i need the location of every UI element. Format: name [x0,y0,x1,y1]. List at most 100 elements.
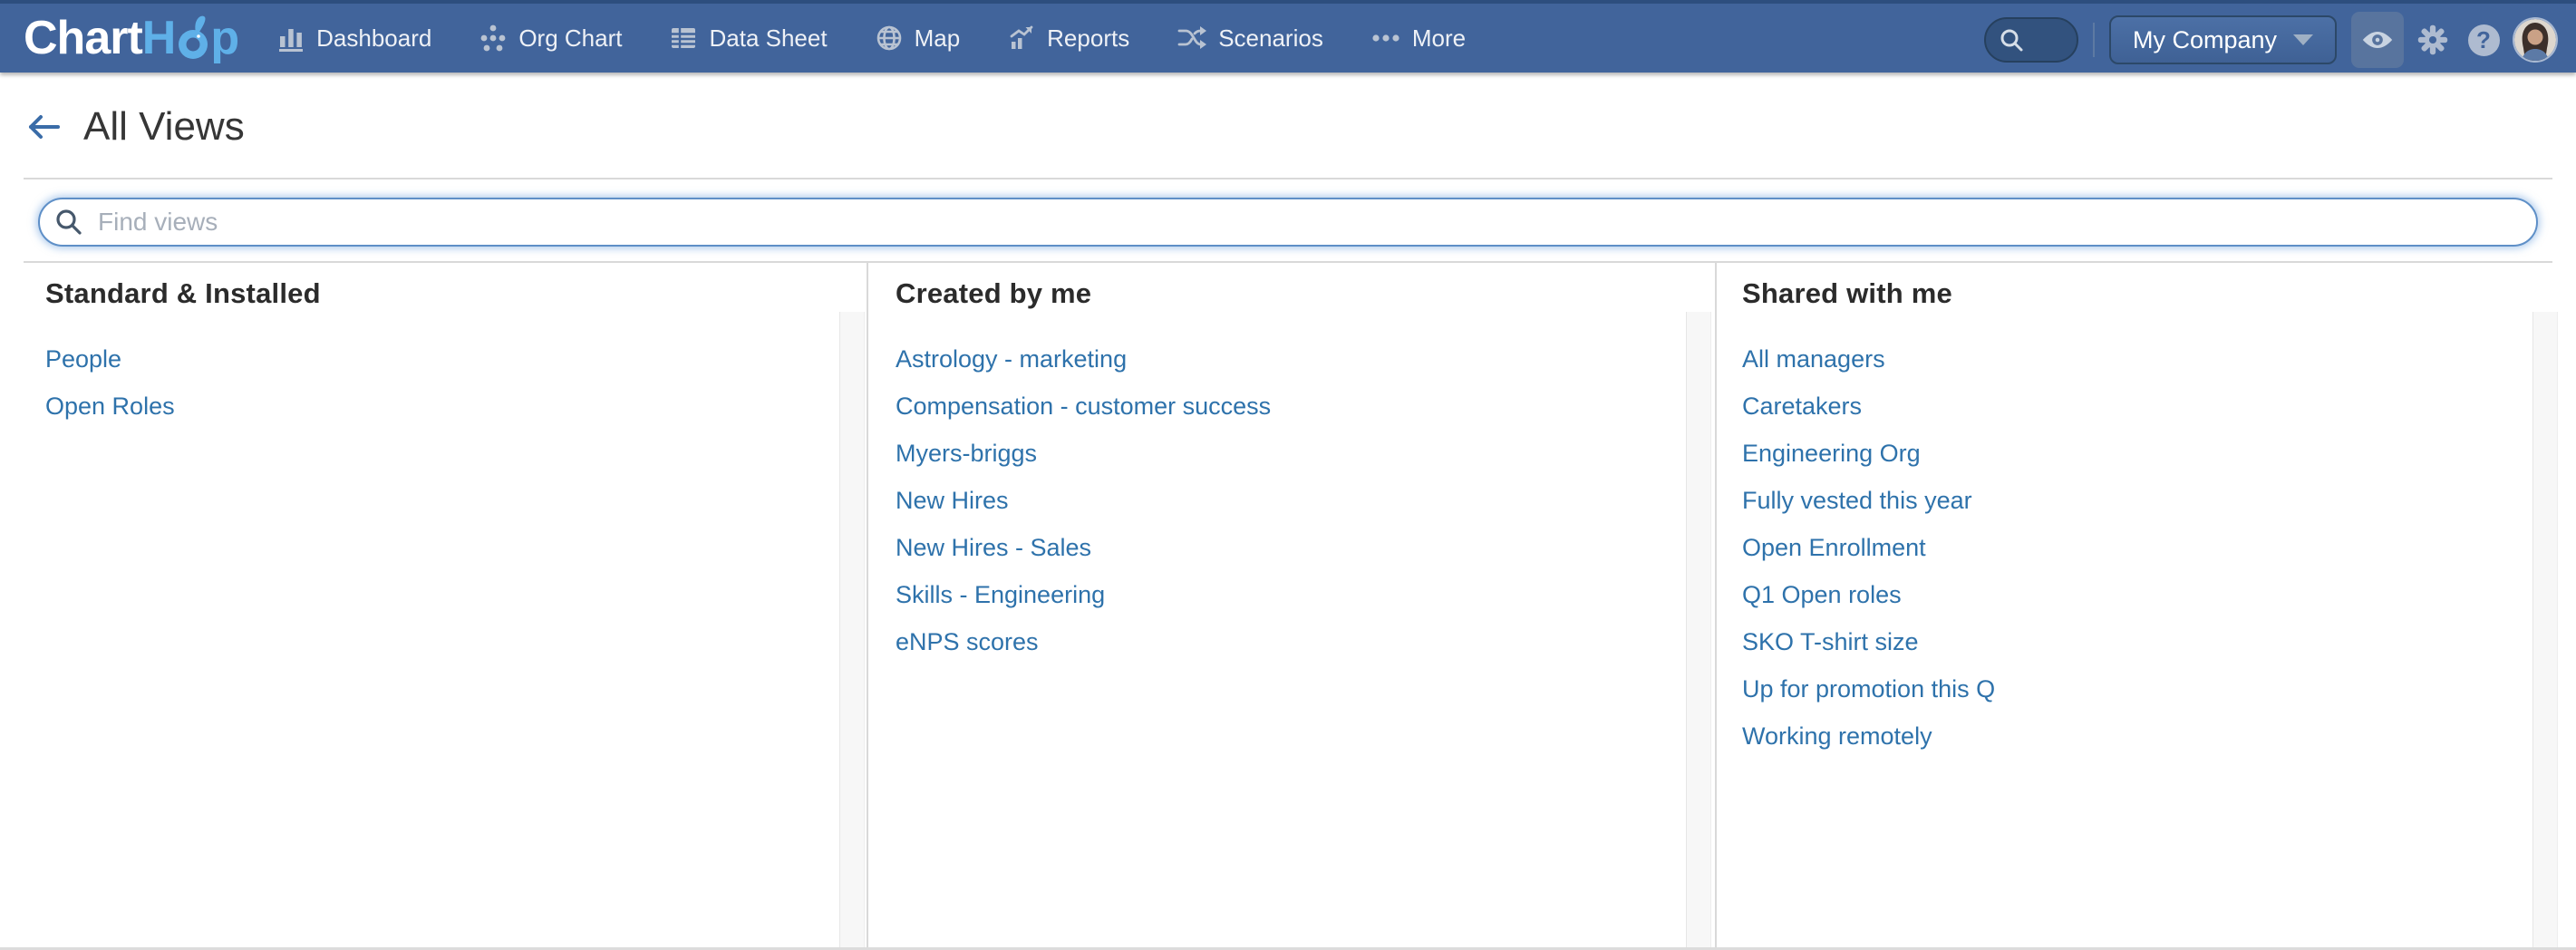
nav-item[interactable]: Map [875,24,961,53]
avatar-photo [2514,19,2556,61]
header-right-cluster: My Company ? [1984,4,2556,76]
view-list-item: Open Enrollment [1717,524,2576,571]
view-list-item: Q1 Open roles [1717,571,2576,618]
view-list-item: Engineering Org [1717,430,2576,477]
find-views-searchbar [38,198,2538,247]
page-title: All Views [83,104,245,150]
view-list: People Open Roles [0,335,867,430]
nav-label: Reports [1047,24,1129,53]
view-link[interactable]: Astrology - marketing [896,345,1127,373]
view-link[interactable]: People [45,345,121,373]
view-link[interactable]: Skills - Engineering [896,581,1105,609]
reports-icon [1007,24,1036,53]
view-list-item: Myers-briggs [868,430,1715,477]
nav-label: More [1412,24,1466,53]
view-list-item: Astrology - marketing [868,335,1715,383]
view-list-item: Caretakers [1717,383,2576,430]
search-icon [54,208,83,237]
view-link[interactable]: SKO T-shirt size [1742,628,1919,656]
scrollbar-track[interactable] [2532,312,2558,950]
view-list-item: New Hires - Sales [868,524,1715,571]
view-link[interactable]: New Hires [896,487,1009,515]
map-icon [875,24,904,53]
logo-text-p: p [210,15,238,62]
more-icon [1370,33,1401,44]
view-list-item: All managers [1717,335,2576,383]
view-link[interactable]: Engineering Org [1742,440,1921,468]
view-link[interactable]: All managers [1742,345,1885,373]
view-list-item: Working remotely [1717,712,2576,760]
column-title: Standard & Installed [0,277,867,310]
rabbit-logo-icon [175,13,210,63]
divider-above-search [24,178,2552,179]
back-arrow-icon [25,112,62,141]
org-chart-icon [479,24,508,53]
nav-item[interactable]: Data Sheet [669,24,827,53]
nav-label: Map [915,24,961,53]
view-list: All managers Caretakers Engineering Org … [1717,335,2576,760]
dashboard-icon [276,24,305,53]
scrollbar-track[interactable] [1686,312,1711,950]
column-shared-with-me: Shared with me All managers Caretakers E… [1717,263,2576,950]
view-link[interactable]: Up for promotion this Q [1742,675,1995,703]
settings-button[interactable] [2407,12,2458,68]
data-sheet-icon [669,24,698,53]
view-link[interactable]: Open Enrollment [1742,534,1926,562]
view-list-item: Up for promotion this Q [1717,665,2576,712]
views-columns: Standard & Installed People Open Roles C… [0,263,2576,950]
view-list-item: New Hires [868,477,1715,524]
company-selector-label: My Company [2133,26,2277,54]
column-title: Shared with me [1717,277,2576,310]
view-link[interactable]: Compensation - customer success [896,393,1271,421]
nav-item[interactable]: Scenarios [1177,24,1323,53]
find-views-row [38,198,2538,247]
back-button[interactable] [25,112,62,141]
company-selector[interactable]: My Company [2109,15,2337,64]
view-link[interactable]: Open Roles [45,393,175,421]
page-heading-row: All Views [25,100,2576,154]
find-views-input[interactable] [96,207,2536,238]
nav-item[interactable]: More [1370,24,1466,53]
app-header: ChartH p Dashboard Org Chart Data Sheet [0,0,2576,73]
view-list: Astrology - marketing Compensation - cus… [868,335,1715,665]
help-button[interactable]: ? [2458,12,2509,68]
view-link[interactable]: Caretakers [1742,393,1862,421]
view-link[interactable]: Fully vested this year [1742,487,1972,515]
view-list-item: Compensation - customer success [868,383,1715,430]
help-icon: ? [2468,24,2500,56]
view-list-item: Skills - Engineering [868,571,1715,618]
view-link[interactable]: Working remotely [1742,722,1932,751]
header-divider [2093,23,2095,57]
nav-item[interactable]: Org Chart [479,24,622,53]
column-title: Created by me [868,277,1715,310]
view-link[interactable]: Q1 Open roles [1742,581,1902,609]
user-avatar[interactable] [2514,19,2556,61]
column-standard-installed: Standard & Installed People Open Roles [0,263,868,950]
global-search-button[interactable] [1984,17,2078,63]
logo-text-chart: Chart [24,15,142,62]
view-link[interactable]: New Hires - Sales [896,534,1091,562]
charthop-logo[interactable]: ChartH p [24,13,238,63]
chevron-down-icon [2293,34,2313,45]
view-list-item: People [0,335,867,383]
view-link[interactable]: eNPS scores [896,628,1039,656]
view-list-item: eNPS scores [868,618,1715,665]
view-list-item: SKO T-shirt size [1717,618,2576,665]
nav-item[interactable]: Reports [1007,24,1129,53]
view-mode-button[interactable] [2351,12,2404,68]
nav-label: Data Sheet [709,24,827,53]
column-created-by-me: Created by me Astrology - marketing Comp… [868,263,1717,950]
view-list-item: Fully vested this year [1717,477,2576,524]
nav-item[interactable]: Dashboard [276,24,431,53]
scrollbar-track[interactable] [839,312,865,950]
scenarios-icon [1177,24,1207,52]
view-link[interactable]: Myers-briggs [896,440,1037,468]
gear-icon [2416,24,2449,56]
logo-text-h: H [142,15,176,62]
search-icon [1999,27,2024,53]
view-list-item: Open Roles [0,383,867,430]
main-nav: Dashboard Org Chart Data Sheet Map Repor… [276,24,1466,53]
nav-label: Org Chart [518,24,622,53]
eye-icon [2361,28,2394,52]
nav-label: Dashboard [316,24,431,53]
